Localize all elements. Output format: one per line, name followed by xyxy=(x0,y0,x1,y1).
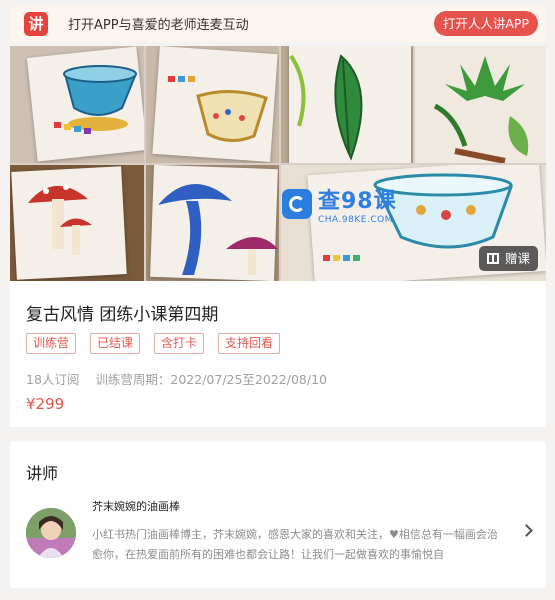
subscriber-count: 18人订阅 xyxy=(26,372,80,387)
watermark-logo-icon xyxy=(282,189,312,219)
open-app-button[interactable]: 打开人人讲APP xyxy=(433,11,538,36)
course-info-card: 复古风情 团练小课第四期 训练营 已结课 含打卡 支持回看 18人订阅 训练营周… xyxy=(10,281,546,427)
teacher-name: 芥末婉婉的油画棒 xyxy=(92,500,180,513)
course-tags: 训练营 已结课 含打卡 支持回看 xyxy=(26,333,294,354)
app-download-banner: 讲 打开APP与喜爱的老师连麦互动 打开人人讲APP xyxy=(10,5,546,42)
course-cover-image: 查98课 CHA.98KE.COM 赠课 xyxy=(10,46,546,281)
cover-tile-leaf xyxy=(281,46,413,163)
watermark: 查98课 CHA.98KE.COM xyxy=(282,189,397,225)
watermark-main-text: 查98课 xyxy=(318,189,397,214)
teacher-description: 小红书热门油画棒博主，芥末婉婉，感恩大家的喜欢和关注，♥相信总有一幅画会治愈你，… xyxy=(92,528,498,561)
training-period: 训练营周期：2022/07/25至2022/08/10 xyxy=(95,372,327,387)
tag-replay: 支持回看 xyxy=(218,333,281,354)
app-logo: 讲 xyxy=(24,11,48,36)
cover-tile-blue-mushroom xyxy=(146,165,279,281)
tag-check-in: 含打卡 xyxy=(154,333,205,354)
cover-tile-teacup-1 xyxy=(10,46,144,163)
teacher-section-title: 讲师 xyxy=(26,464,59,483)
tag-training-camp: 训练营 xyxy=(26,333,77,354)
teacher-card[interactable]: 讲师 芥末婉婉的油画棒 小红书热门油画棒博主，芥末婉婉，感恩大家的喜欢和关注，♥… xyxy=(10,441,546,588)
gift-course-button[interactable]: 赠课 xyxy=(478,246,538,271)
watermark-sub-text: CHA.98KE.COM xyxy=(318,215,393,225)
cover-tile-red-mushroom xyxy=(10,165,144,281)
course-meta: 18人订阅 训练营周期：2022/07/25至2022/08/10 xyxy=(26,369,339,388)
banner-text: 打开APP与喜爱的老师连麦互动 xyxy=(68,18,249,33)
tag-course-ended: 已结课 xyxy=(90,333,141,354)
chevron-right-icon[interactable] xyxy=(520,524,533,537)
cover-tile-leaves xyxy=(415,46,546,163)
gift-course-label: 赠课 xyxy=(504,251,530,266)
gift-icon xyxy=(486,253,499,264)
course-title: 复古风情 团练小课第四期 xyxy=(26,305,219,325)
course-price: ¥299 xyxy=(26,395,65,413)
teacher-avatar xyxy=(26,508,76,558)
cover-tile-teacup-2 xyxy=(146,46,279,163)
